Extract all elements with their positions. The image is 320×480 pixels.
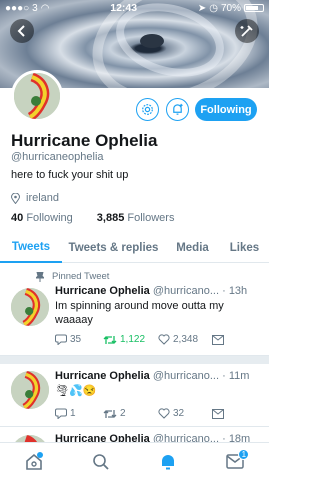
status-time: 12:43 xyxy=(110,2,138,14)
followers-stat[interactable]: 3,885 Followers xyxy=(97,212,175,224)
tweet-header: Hurricane Ophelia @hurricano... · 11m xyxy=(55,370,263,382)
wifi-icon: ◠ xyxy=(40,2,50,14)
back-button[interactable] xyxy=(10,19,34,43)
chevron-left-icon xyxy=(17,25,25,37)
tweet-time: · 11m xyxy=(222,370,250,382)
tweet-author-name: Hurricane Ophelia xyxy=(55,433,150,442)
location-pin-icon xyxy=(11,192,20,204)
hurricane-map-icon xyxy=(11,435,49,442)
pinned-indicator: Pinned Tweet xyxy=(36,271,109,282)
tab-tweets[interactable]: Tweets xyxy=(0,232,62,263)
compose-icon xyxy=(240,25,253,37)
reply-button[interactable]: 35 xyxy=(55,334,103,345)
compose-tweet-button[interactable] xyxy=(235,19,259,43)
tweet-actions: 35 1,122 2,348 xyxy=(55,334,224,345)
nav-home[interactable] xyxy=(19,447,49,477)
profile-tabs: Tweets Tweets & replies Media Likes xyxy=(0,232,269,263)
nav-messages[interactable]: 1 xyxy=(220,447,250,477)
bell-icon xyxy=(162,454,175,469)
alarm-icon: ◷ xyxy=(209,2,218,14)
hurricane-map-icon xyxy=(11,288,49,326)
tweet-author-name: Hurricane Ophelia xyxy=(55,285,150,297)
tweet[interactable]: Hurricane Ophelia @hurricano... · 11m 🌪💦… xyxy=(0,364,269,427)
retweet-icon xyxy=(103,335,117,344)
tweet[interactable]: Hurricane Ophelia @hurricano... · 18m xyxy=(0,428,269,442)
tab-media[interactable]: Media xyxy=(165,232,220,263)
followers-count: 3,885 xyxy=(96,212,125,224)
follow-stats: 40 Following 3,885 Followers xyxy=(11,212,174,224)
reply-icon xyxy=(55,334,67,345)
envelope-icon xyxy=(212,334,224,345)
tweet-avatar[interactable] xyxy=(11,435,49,442)
reply-count: 1 xyxy=(70,408,76,419)
following-stat[interactable]: 40 Following xyxy=(11,212,73,224)
like-count: 2,348 xyxy=(173,334,199,345)
status-bar: ●●●○ 3 ◠ 12:43 ➤ ◷ 70% xyxy=(0,0,269,16)
tweet-header: Hurricane Ophelia @hurricano... · 18m xyxy=(55,433,263,442)
direct-message-button[interactable] xyxy=(212,334,224,345)
profile-handle: @hurricaneophelia xyxy=(11,151,104,163)
tweet-avatar[interactable] xyxy=(11,371,49,409)
location-arrow-icon: ➤ xyxy=(197,2,207,14)
retweet-count: 2 xyxy=(120,408,126,419)
notifications-toggle-button[interactable] xyxy=(166,98,189,121)
retweet-count: 1,122 xyxy=(120,334,146,345)
envelope-icon xyxy=(212,408,224,419)
tweet-text: Im spinning around move outta my waaaay xyxy=(55,300,224,326)
tab-tweets-replies[interactable]: Tweets & replies xyxy=(62,232,165,263)
hurricane-map-icon xyxy=(11,371,49,409)
nav-search[interactable] xyxy=(86,447,116,477)
nav-notifications[interactable] xyxy=(153,447,183,477)
settings-button[interactable] xyxy=(136,98,159,121)
followers-label: Followers xyxy=(127,212,175,224)
home-badge-dot xyxy=(36,451,43,458)
tweet-actions: 1 2 32 xyxy=(55,408,224,419)
tweet-avatar[interactable] xyxy=(11,288,49,326)
messages-badge: 1 xyxy=(238,448,250,460)
following-button[interactable]: Following xyxy=(195,98,257,121)
direct-message-button[interactable] xyxy=(212,408,224,419)
tweet-text: 🌪💦😒 xyxy=(55,385,97,397)
like-button[interactable]: 2,348 xyxy=(158,334,212,345)
search-icon xyxy=(93,453,109,470)
location-text: ireland xyxy=(26,192,60,204)
like-count: 32 xyxy=(173,408,185,419)
following-count: 40 xyxy=(11,212,24,224)
section-separator xyxy=(0,356,269,364)
heart-icon xyxy=(158,408,170,419)
retweet-button[interactable]: 2 xyxy=(103,408,158,419)
pinned-label: Pinned Tweet xyxy=(52,271,110,282)
bottom-navigation: 1 xyxy=(0,442,269,480)
signal-icon: ●●●○ xyxy=(5,2,30,14)
profile-bio: here to fuck your shit up xyxy=(11,169,129,181)
bell-plus-icon xyxy=(173,103,183,115)
like-button[interactable]: 32 xyxy=(158,408,212,419)
tweet-time: · 18m xyxy=(222,433,251,442)
tweet-time: · 13h xyxy=(222,285,248,297)
reply-count: 35 xyxy=(70,334,82,345)
profile-avatar[interactable] xyxy=(11,70,63,122)
retweet-icon xyxy=(103,409,117,418)
reply-button[interactable]: 1 xyxy=(55,408,103,419)
heart-icon xyxy=(158,334,170,345)
profile-name: Hurricane Ophelia xyxy=(11,131,158,150)
retweet-button[interactable]: 1,122 xyxy=(103,334,158,345)
battery-percent: 70% xyxy=(220,2,241,14)
hurricane-map-icon xyxy=(14,73,60,119)
tab-likes[interactable]: Likes xyxy=(220,232,269,263)
profile-location: ireland xyxy=(11,192,59,204)
pin-icon xyxy=(36,271,44,282)
tweet-author-name: Hurricane Ophelia xyxy=(55,370,150,382)
tweet-header: Hurricane Ophelia @hurricano... · 13h xyxy=(55,285,263,297)
tweet-author-handle: @hurricano... xyxy=(152,285,220,297)
tweet-pinned[interactable]: Pinned Tweet Hurricane Ophelia @hurrican… xyxy=(0,264,269,356)
tweet-author-handle: @hurricano... xyxy=(152,433,220,442)
gear-icon xyxy=(142,104,153,115)
reply-icon xyxy=(55,408,67,419)
following-label: Following xyxy=(26,212,73,224)
tweet-author-handle: @hurricano... xyxy=(152,370,220,382)
battery-icon xyxy=(244,4,264,12)
carrier-label: 3 xyxy=(32,2,38,14)
